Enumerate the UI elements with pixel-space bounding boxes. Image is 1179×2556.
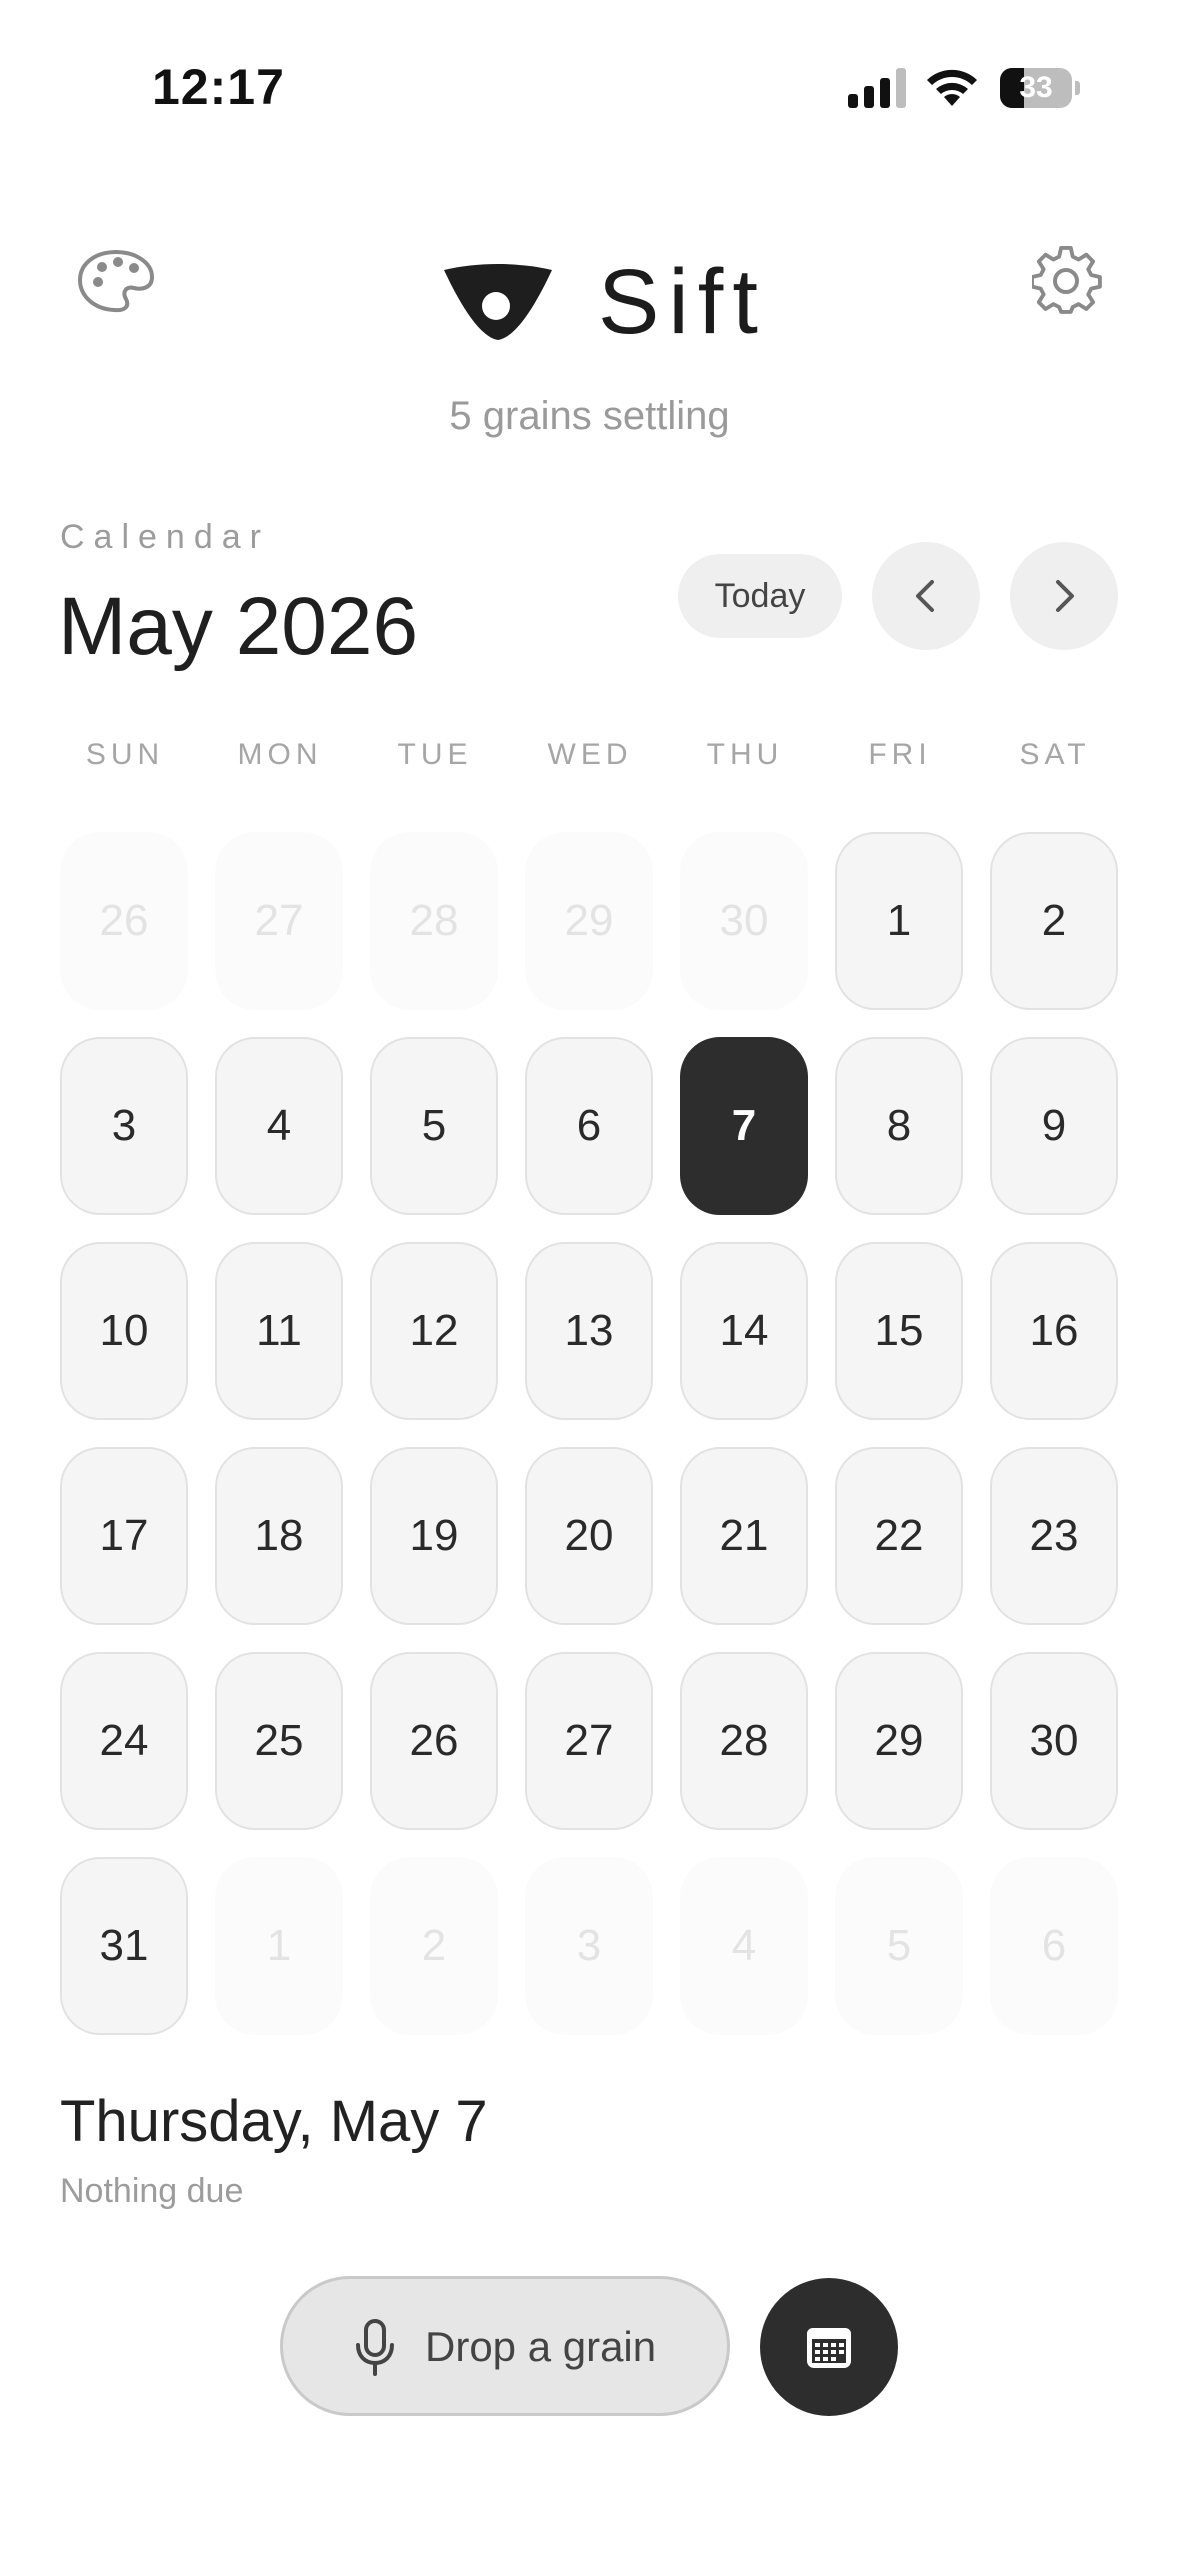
weekday-label: MON: [237, 738, 323, 771]
calendar-day[interactable]: 28: [680, 1652, 808, 1830]
calendar-day[interactable]: 4: [215, 1037, 343, 1215]
today-button[interactable]: Today: [678, 554, 842, 638]
calendar-day[interactable]: 31: [60, 1857, 188, 2035]
calendar-day-outside[interactable]: 5: [835, 1857, 963, 2035]
weekday-label: FRI: [868, 738, 932, 771]
app-title: Sift: [598, 251, 767, 353]
calendar-view-button[interactable]: [760, 2278, 898, 2416]
calendar-day[interactable]: 24: [60, 1652, 188, 1830]
chevron-left-icon: [916, 580, 934, 612]
calendar-day[interactable]: 16: [990, 1242, 1118, 1420]
calendar-day[interactable]: 27: [525, 1652, 653, 1830]
due-status: Nothing due: [60, 2172, 244, 2210]
palette-icon[interactable]: [76, 246, 156, 316]
weekday-label: TUE: [397, 738, 473, 771]
prev-month-button[interactable]: [872, 542, 980, 650]
sift-logo: [442, 262, 554, 342]
calendar-day[interactable]: 13: [525, 1242, 653, 1420]
chevron-right-icon: [1056, 580, 1074, 612]
calendar-day-outside[interactable]: 30: [680, 832, 808, 1010]
calendar-day[interactable]: 26: [370, 1652, 498, 1830]
calendar-day[interactable]: 19: [370, 1447, 498, 1625]
calendar-day-outside[interactable]: 1: [215, 1857, 343, 2035]
grains-status: 5 grains settling: [449, 394, 730, 438]
calendar-day[interactable]: 25: [215, 1652, 343, 1830]
calendar-day[interactable]: 30: [990, 1652, 1118, 1830]
weekday-header: SUN MON TUE WED THU FRI SAT: [60, 738, 1118, 778]
calendar-day[interactable]: 11: [215, 1242, 343, 1420]
calendar-day-outside[interactable]: 28: [370, 832, 498, 1010]
calendar-day[interactable]: 12: [370, 1242, 498, 1420]
calendar-day[interactable]: 15: [835, 1242, 963, 1420]
drop-grain-label: Drop a grain: [425, 2323, 657, 2370]
calendar-day[interactable]: 3: [60, 1037, 188, 1215]
gear-icon[interactable]: [1030, 245, 1102, 316]
calendar-day[interactable]: 22: [835, 1447, 963, 1625]
calendar-day-outside[interactable]: 3: [525, 1857, 653, 2035]
calendar-day[interactable]: 8: [835, 1037, 963, 1215]
calendar-day[interactable]: 20: [525, 1447, 653, 1625]
month-title: May 2026: [58, 581, 419, 672]
calendar-day-outside[interactable]: 4: [680, 1857, 808, 2035]
calendar-day[interactable]: 14: [680, 1242, 808, 1420]
calendar-day-outside[interactable]: 2: [370, 1857, 498, 2035]
calendar-day[interactable]: 18: [215, 1447, 343, 1625]
calendar-day[interactable]: 10: [60, 1242, 188, 1420]
next-month-button[interactable]: [1010, 542, 1118, 650]
calendar-day[interactable]: 23: [990, 1447, 1118, 1625]
status-time: 12:17: [152, 59, 285, 115]
calendar-day[interactable]: 21: [680, 1447, 808, 1625]
selected-date: Thursday, May 7: [60, 2089, 488, 2154]
weekday-label: WED: [547, 738, 633, 771]
calendar-day-outside[interactable]: 26: [60, 832, 188, 1010]
status-bar: 12:17 33: [0, 0, 1179, 150]
microphone-icon: [356, 2319, 394, 2376]
section-label: Calendar: [60, 518, 270, 556]
wifi-icon: [924, 64, 980, 108]
battery-icon: 33: [1000, 68, 1080, 108]
battery-level: 33: [1019, 71, 1053, 104]
calendar-day-outside[interactable]: 27: [215, 832, 343, 1010]
calendar-day-outside[interactable]: 6: [990, 1857, 1118, 2035]
weekday-label: SUN: [85, 738, 165, 771]
drop-grain-button[interactable]: Drop a grain: [280, 2276, 730, 2416]
cellular-signal-icon: [848, 68, 908, 108]
calendar-day[interactable]: 5: [370, 1037, 498, 1215]
calendar-day[interactable]: 29: [835, 1652, 963, 1830]
calendar-day-selected[interactable]: 7: [680, 1037, 808, 1215]
calendar-grid: 26 27 28 29 30 1 2 3 4 5 6 7 8 9 10 11 12 13 14 15 16 17 18 19 2…: [60, 832, 1118, 2035]
weekday-label: THU: [706, 738, 784, 771]
calendar-icon: [807, 2328, 851, 2368]
calendar-day[interactable]: 1: [835, 832, 963, 1010]
calendar-day[interactable]: 2: [990, 832, 1118, 1010]
weekday-label: SAT: [1019, 738, 1091, 771]
calendar-day[interactable]: 17: [60, 1447, 188, 1625]
calendar-day[interactable]: 9: [990, 1037, 1118, 1215]
calendar-day[interactable]: 6: [525, 1037, 653, 1215]
calendar-day-outside[interactable]: 29: [525, 832, 653, 1010]
